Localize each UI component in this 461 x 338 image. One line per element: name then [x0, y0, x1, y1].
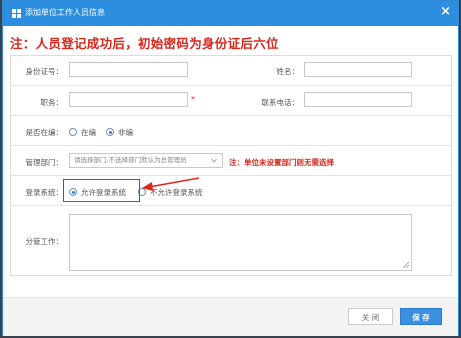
- dialog-footer: 关 闭 保 存: [3, 297, 458, 336]
- name-label: 姓名：: [276, 67, 300, 76]
- close-icon[interactable]: ×: [440, 4, 451, 20]
- position-input[interactable]: [69, 92, 188, 107]
- highlight-box: [63, 179, 140, 202]
- form-row-login: 登录系统： 允许登录系统 不允许登录系统: [11, 176, 451, 206]
- id-card-input[interactable]: [69, 62, 188, 77]
- add-staff-dialog: 添加单位工作人员信息 × 注：人员登记成功后，初始密码为身份证后六位 身份证号：…: [2, 0, 459, 336]
- password-notice: 注：人员登记成功后，初始密码为身份证后六位: [10, 36, 279, 51]
- annotation-arrow: [142, 177, 200, 191]
- phone-label: 联系电话：: [261, 98, 300, 107]
- on-staff-radio[interactable]: [69, 128, 77, 136]
- dept-hint: 注：单位未设置部门则无需选择: [229, 158, 334, 167]
- on-staff-option-label: 在编: [81, 128, 96, 137]
- duty-label: 分管工作：: [25, 237, 64, 246]
- phone-input[interactable]: [304, 92, 412, 107]
- dept-label: 管理部门：: [25, 158, 64, 167]
- form-row-id-name: 身份证号： 姓名：: [11, 56, 451, 86]
- form-row-on-staff: 是否在编： 在编 非编: [11, 116, 451, 146]
- dept-select[interactable]: 请选择部门,不选择部门默认为总管理员: [69, 153, 223, 168]
- save-button[interactable]: 保 存: [400, 308, 442, 325]
- off-staff-option-label: 非编: [118, 128, 133, 137]
- login-label: 登录系统：: [25, 188, 64, 197]
- form-row-department: 管理部门： 请选择部门,不选择部门默认为总管理员 注：单位未设置部门则无需选择: [11, 146, 451, 176]
- chevron-down-icon: [211, 158, 217, 163]
- staff-form: 身份证号： 姓名： 职务： * 联系电话： 是否在编： 在编 非编 管理部门： …: [10, 55, 452, 276]
- dept-select-placeholder: 请选择部门,不选择部门默认为总管理员: [74, 156, 187, 164]
- required-mark: *: [191, 95, 195, 104]
- on-staff-label: 是否在编：: [25, 128, 64, 137]
- resize-handle-icon[interactable]: [403, 262, 409, 268]
- grid-icon: [12, 9, 21, 18]
- form-row-duty: 分管工作：: [11, 206, 451, 275]
- dialog-title: 添加单位工作人员信息: [25, 8, 105, 17]
- dialog-titlebar: 添加单位工作人员信息 ×: [3, 1, 458, 26]
- duty-textarea[interactable]: [69, 214, 412, 271]
- close-button[interactable]: 关 闭: [348, 308, 393, 325]
- id-card-label: 身份证号：: [25, 67, 64, 76]
- position-label: 职务：: [40, 98, 64, 107]
- name-input[interactable]: [304, 62, 412, 77]
- form-row-position-phone: 职务： * 联系电话：: [11, 86, 451, 116]
- off-staff-radio[interactable]: [106, 128, 114, 136]
